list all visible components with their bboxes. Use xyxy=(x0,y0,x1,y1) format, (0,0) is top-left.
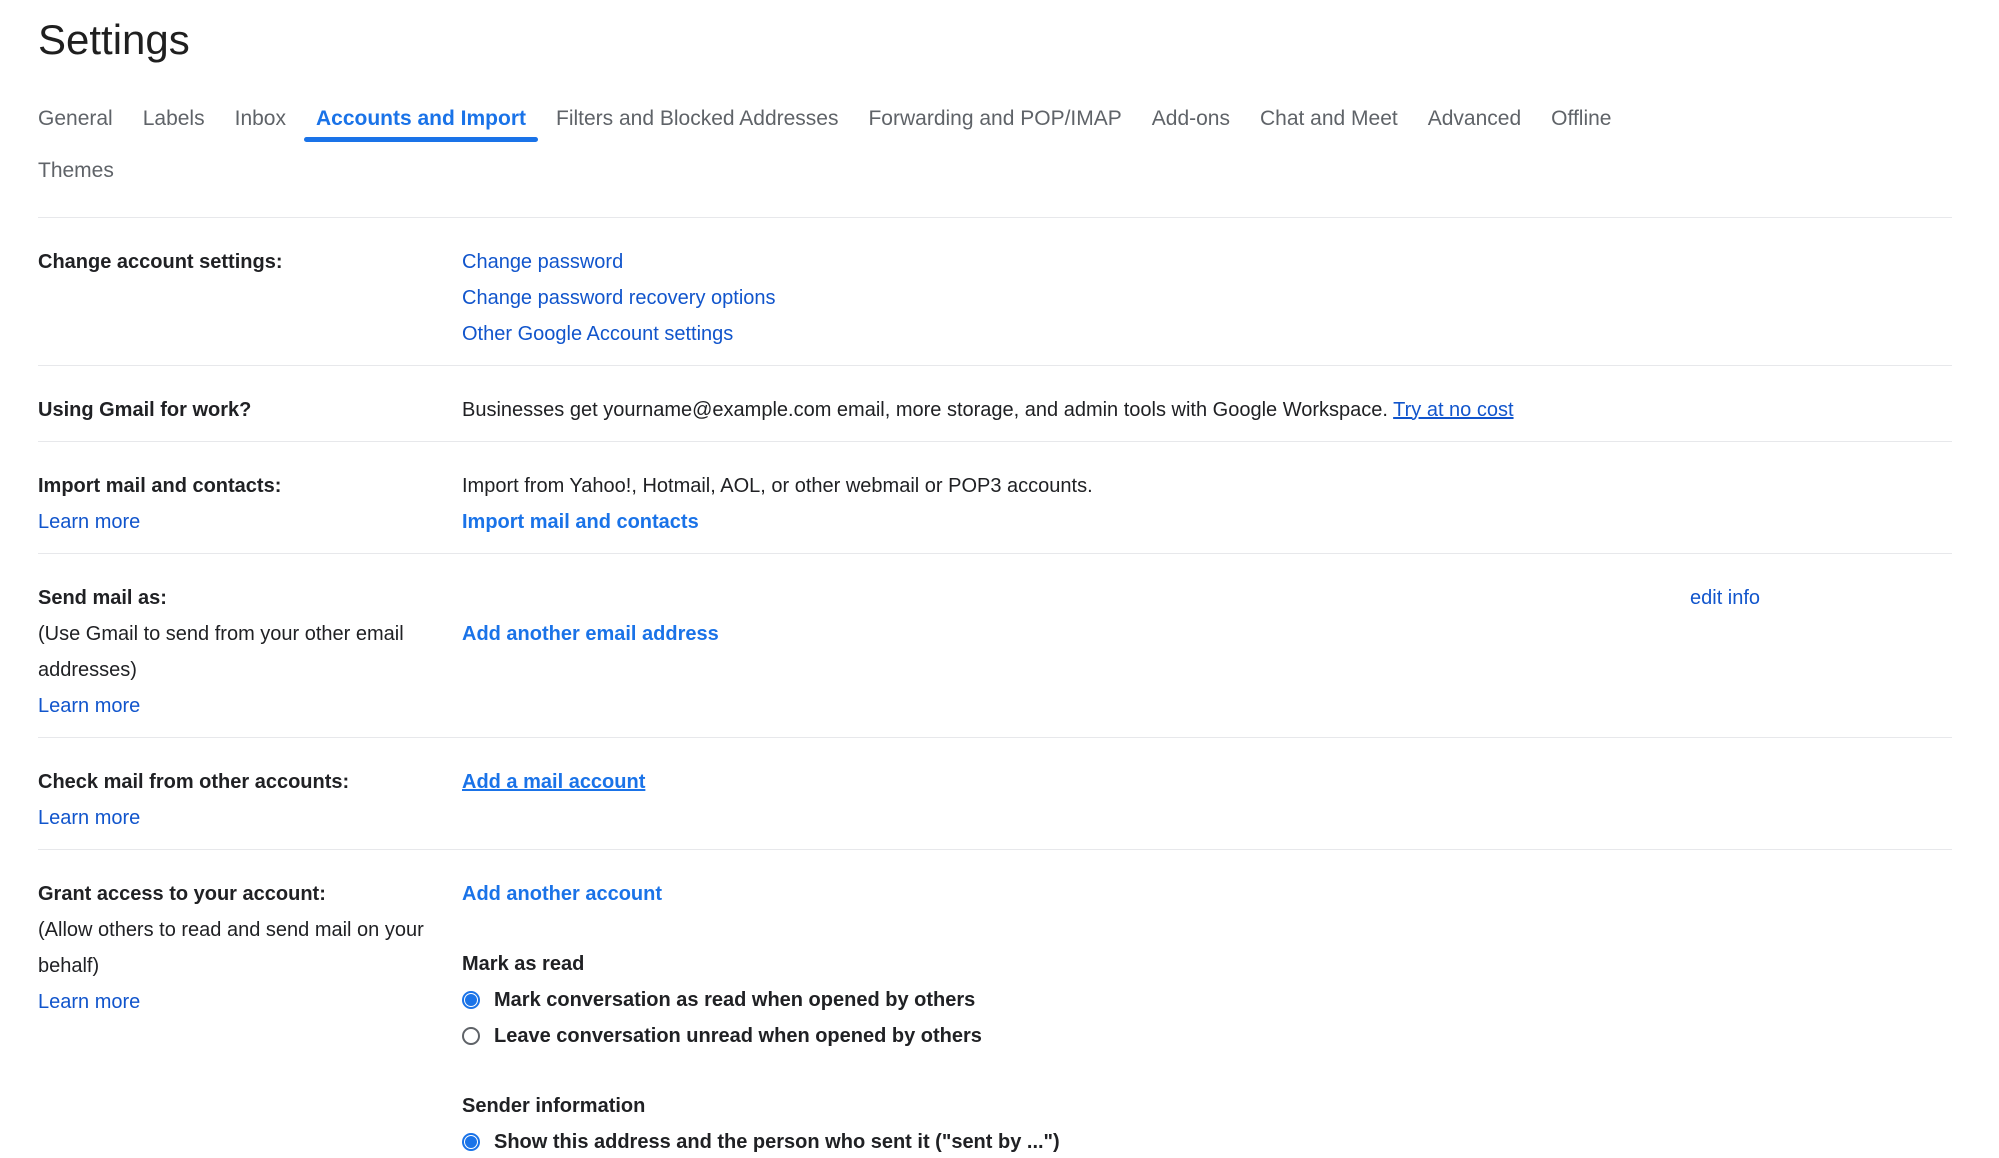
other-google-account-settings-link[interactable]: Other Google Account settings xyxy=(462,316,1690,352)
learn-more-link[interactable]: Learn more xyxy=(38,800,448,836)
add-a-mail-account-link[interactable]: Add a mail account xyxy=(462,764,1690,800)
tab-row: GeneralLabelsInboxAccounts and ImportFil… xyxy=(38,93,1952,145)
tab-labels[interactable]: Labels xyxy=(129,93,219,145)
radio-show-this-address-and-the-person-who-sent-it-sent-by-selected[interactable] xyxy=(462,1133,480,1151)
add-another-account-link[interactable]: Add another account xyxy=(462,876,1690,912)
tab-themes[interactable]: Themes xyxy=(24,145,128,197)
body-line: Businesses get yourname@example.com emai… xyxy=(462,392,1690,428)
tab-accounts-and-import[interactable]: Accounts and Import xyxy=(302,93,540,145)
mark-as-read-heading: Mark as read xyxy=(462,946,1690,982)
section-right-column xyxy=(1690,876,1952,1158)
section-right-column xyxy=(1690,468,1952,540)
radio-label: Show this address and the person who sen… xyxy=(494,1124,1060,1158)
edit-info-link[interactable]: edit info xyxy=(1690,580,1952,616)
section-grant-access-to-your-account: Grant access to your account:(Allow othe… xyxy=(38,849,1952,1158)
section-body-column: Businesses get yourname@example.com emai… xyxy=(462,392,1690,428)
section-label-column: Grant access to your account:(Allow othe… xyxy=(38,876,462,1158)
section-body-column: Add another account Mark as readMark conv… xyxy=(462,876,1690,1158)
settings-sections: Change account settings:Change passwordC… xyxy=(38,217,1952,1158)
tab-row: Themes xyxy=(38,145,1952,197)
section-label-text: Grant access to your account: xyxy=(38,876,448,912)
settings-page: Settings GeneralLabelsInboxAccounts and … xyxy=(0,0,1999,1158)
section-change-account-settings: Change account settings: Change passwordC… xyxy=(38,217,1952,365)
section-body-column: Add a mail account xyxy=(462,764,1690,836)
add-another-email-address-link[interactable]: Add another email address xyxy=(462,616,1690,652)
section-label-column: Send mail as:(Use Gmail to send from you… xyxy=(38,580,462,724)
section-label-text: (Use Gmail to send from your other email… xyxy=(38,616,448,688)
tab-inbox[interactable]: Inbox xyxy=(221,93,300,145)
section-import-mail-and-contacts: Import mail and contacts:Learn moreImpor… xyxy=(38,441,1952,553)
section-label-column: Change account settings: xyxy=(38,244,462,352)
tab-offline[interactable]: Offline xyxy=(1537,93,1625,145)
learn-more-link[interactable]: Learn more xyxy=(38,984,448,1020)
tab-filters-and-blocked-addresses[interactable]: Filters and Blocked Addresses xyxy=(542,93,852,145)
section-label-text: (Allow others to read and send mail on y… xyxy=(38,912,448,984)
section-label-text: Check mail from other accounts: xyxy=(38,764,448,800)
section-body-column: Import from Yahoo!, Hotmail, AOL, or oth… xyxy=(462,468,1690,540)
radio-label: Mark conversation as read when opened by… xyxy=(494,982,975,1018)
change-password-link[interactable]: Change password xyxy=(462,244,1690,280)
section-label-text: Using Gmail for work? xyxy=(38,392,448,428)
section-right-column xyxy=(1690,764,1952,836)
section-label-text: Change account settings: xyxy=(38,244,448,280)
radio-option-row: Mark conversation as read when opened by… xyxy=(462,982,1690,1018)
section-label-column: Import mail and contacts:Learn more xyxy=(38,468,462,540)
radio-option-row: Show this address and the person who sen… xyxy=(462,1124,1690,1158)
body-text: Businesses get yourname@example.com emai… xyxy=(462,399,1393,421)
learn-more-link[interactable]: Learn more xyxy=(38,504,448,540)
section-right-column xyxy=(1690,392,1952,428)
section-label-text: Import mail and contacts: xyxy=(38,468,448,504)
tab-forwarding-and-pop-imap[interactable]: Forwarding and POP/IMAP xyxy=(854,93,1135,145)
sender-information-heading: Sender information xyxy=(462,1088,1690,1124)
radio-label: Leave conversation unread when opened by… xyxy=(494,1018,982,1054)
section-label-text: Send mail as: xyxy=(38,580,448,616)
section-right-column xyxy=(1690,244,1952,352)
section-using-gmail-for-work: Using Gmail for work? Businesses get your… xyxy=(38,365,1952,441)
section-right-column: edit info xyxy=(1690,580,1952,724)
page-title: Settings xyxy=(38,0,1952,67)
radio-option-row: Leave conversation unread when opened by… xyxy=(462,1018,1690,1054)
section-body-column: Change passwordChange password recovery … xyxy=(462,244,1690,352)
import-mail-and-contacts-link[interactable]: Import mail and contacts xyxy=(462,504,1690,540)
tab-add-ons[interactable]: Add-ons xyxy=(1138,93,1244,145)
learn-more-link[interactable]: Learn more xyxy=(38,688,448,724)
tab-bar: GeneralLabelsInboxAccounts and ImportFil… xyxy=(38,93,1952,217)
section-check-mail-from-other-accounts: Check mail from other accounts:Learn mor… xyxy=(38,737,1952,849)
tab-general[interactable]: General xyxy=(24,93,127,145)
radio-leave-conversation-unread-when-opened-by-others[interactable] xyxy=(462,1027,480,1045)
body-text: Import from Yahoo!, Hotmail, AOL, or oth… xyxy=(462,468,1690,504)
tab-advanced[interactable]: Advanced xyxy=(1414,93,1535,145)
section-body-column: Add another email address xyxy=(462,580,1690,724)
try-at-no-cost-link[interactable]: Try at no cost xyxy=(1393,399,1513,421)
section-send-mail-as: Send mail as:(Use Gmail to send from you… xyxy=(38,553,1952,737)
tab-chat-and-meet[interactable]: Chat and Meet xyxy=(1246,93,1412,145)
section-label-column: Check mail from other accounts:Learn mor… xyxy=(38,764,462,836)
change-password-recovery-options-link[interactable]: Change password recovery options xyxy=(462,280,1690,316)
radio-mark-conversation-as-read-when-opened-by-others-selected[interactable] xyxy=(462,991,480,1009)
section-label-column: Using Gmail for work? xyxy=(38,392,462,428)
